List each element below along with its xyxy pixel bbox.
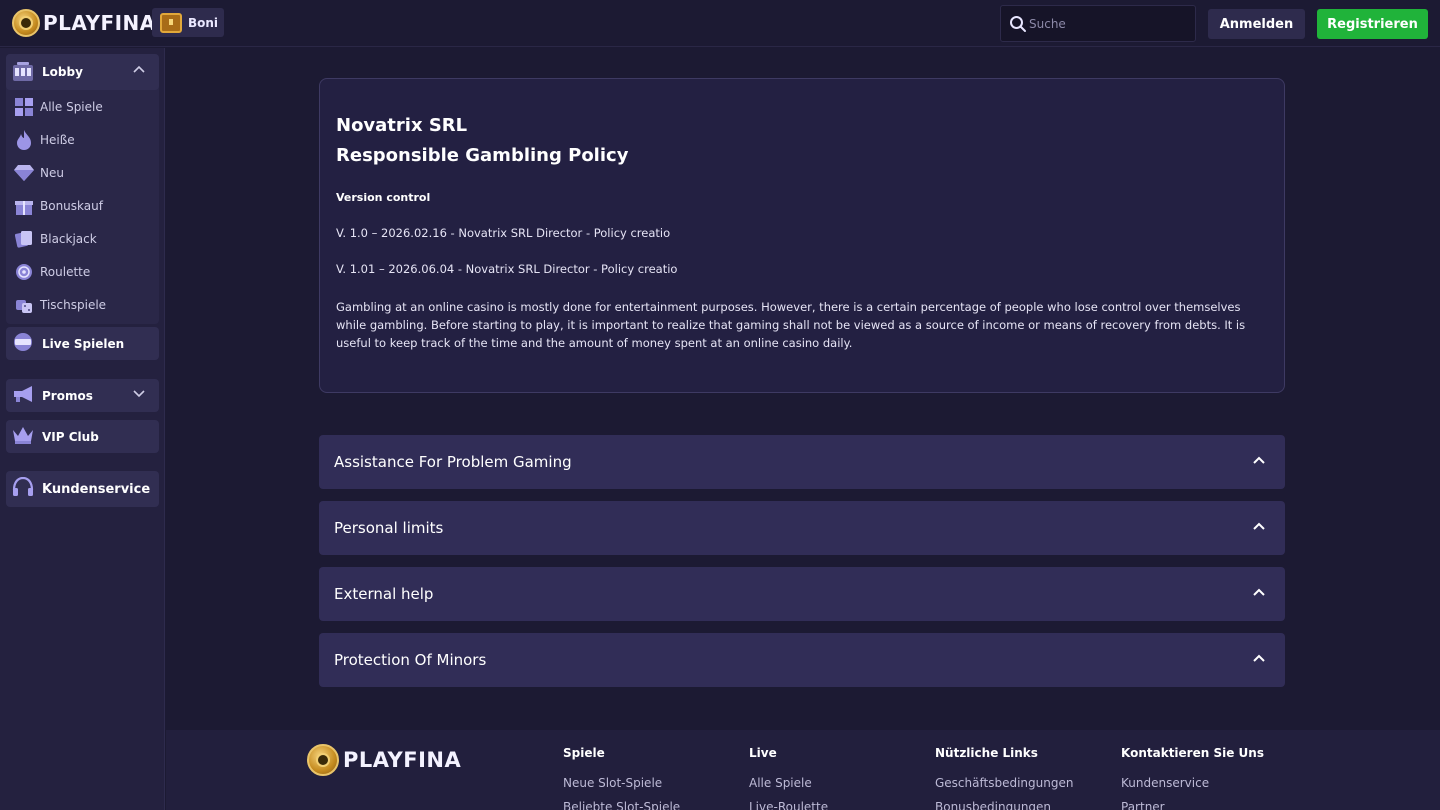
sidebar-item-blackjack[interactable]: Blackjack — [6, 222, 159, 255]
accordion-label: External help — [334, 585, 434, 603]
roulette-icon — [14, 262, 34, 282]
megaphone-icon — [12, 385, 34, 407]
footer-link[interactable]: Partner — [1121, 800, 1264, 810]
policy-title: Responsible Gambling Policy — [336, 145, 629, 166]
slot-machine-icon — [12, 61, 34, 83]
sidebar-item-kundenservice[interactable]: Kundenservice — [6, 471, 159, 507]
version-entry: V. 1.0 – 2026.02.16 - Novatrix SRL Direc… — [336, 226, 671, 240]
footer-link[interactable]: Alle Spiele — [749, 776, 828, 790]
register-button[interactable]: Registrieren — [1317, 9, 1428, 39]
sidebar-item-label: Blackjack — [40, 231, 97, 246]
accordion-assistance[interactable]: Assistance For Problem Gaming — [319, 435, 1285, 489]
search-box[interactable] — [1000, 5, 1196, 42]
footer-link[interactable]: Neue Slot-Spiele — [563, 776, 680, 790]
footer-brand-name: PLAYFINA — [343, 748, 462, 772]
cards-icon — [14, 229, 34, 249]
footer: PLAYFINA Spiele Neue Slot-Spiele Beliebt… — [166, 730, 1440, 810]
version-entry: V. 1.01 – 2026.06.04 - Novatrix SRL Dire… — [336, 262, 678, 276]
sidebar: Lobby Alle Spiele Heiße Neu Bonuskauf Bl… — [0, 48, 165, 810]
sidebar-item-label: Alle Spiele — [40, 99, 103, 114]
sidebar-item-label: Roulette — [40, 264, 91, 279]
treasure-chest-icon — [160, 12, 182, 33]
sidebar-item-label: Promos — [42, 388, 93, 403]
footer-column-live: Live Alle Spiele Live-Roulette — [749, 746, 828, 810]
top-header: PLAYFINA Boni Anmelden Registrieren — [0, 0, 1440, 47]
footer-column-heading: Live — [749, 746, 777, 760]
version-control-heading: Version control — [336, 191, 431, 204]
accordion-label: Protection Of Minors — [334, 651, 487, 669]
flame-icon — [14, 129, 34, 150]
footer-link[interactable]: Beliebte Slot-Spiele — [563, 800, 680, 810]
footer-brand-logo[interactable]: PLAYFINA — [307, 744, 461, 776]
sidebar-item-tischspiele[interactable]: Tischspiele — [6, 288, 159, 321]
diamond-icon — [14, 163, 34, 183]
sidebar-item-roulette[interactable]: Roulette — [6, 255, 159, 288]
sidebar-item-label: Neu — [40, 165, 64, 180]
login-button[interactable]: Anmelden — [1208, 9, 1305, 39]
sidebar-item-label: Heiße — [40, 132, 75, 147]
sidebar-item-alle-spiele[interactable]: Alle Spiele — [6, 90, 159, 123]
headset-icon — [12, 476, 34, 501]
logo-coin-icon — [12, 9, 40, 37]
bonus-button[interactable]: Boni — [152, 8, 224, 37]
sidebar-item-label: Live Spielen — [42, 336, 125, 351]
logo-coin-icon — [307, 744, 339, 776]
lobby-group: Lobby Alle Spiele Heiße Neu Bonuskauf Bl… — [6, 54, 159, 324]
live-icon — [12, 332, 34, 356]
lobby-header[interactable]: Lobby — [6, 54, 159, 90]
gift-icon — [14, 196, 34, 216]
sidebar-item-label: Tischspiele — [40, 297, 107, 312]
brand-logo[interactable]: PLAYFINA — [12, 9, 156, 37]
footer-column-useful-links: Nützliche Links Geschäftsbedingungen Bon… — [935, 746, 1073, 810]
sidebar-item-vip-club[interactable]: VIP Club — [6, 420, 159, 453]
sidebar-item-live-spielen[interactable]: Live Spielen — [6, 327, 159, 360]
sidebar-item-heisse[interactable]: Heiße — [6, 123, 159, 156]
sidebar-item-neu[interactable]: Neu — [6, 156, 159, 189]
footer-column-heading: Nützliche Links — [935, 746, 1038, 760]
policy-company-title: Novatrix SRL — [336, 115, 468, 136]
footer-link[interactable]: Bonusbedingungen — [935, 800, 1073, 810]
chevron-down-icon[interactable] — [133, 390, 145, 398]
accordion-label: Personal limits — [334, 519, 444, 537]
dice-icon — [14, 295, 34, 315]
footer-link[interactable]: Live-Roulette — [749, 800, 828, 810]
footer-link[interactable]: Kundenservice — [1121, 776, 1264, 790]
policy-card: Novatrix SRL Responsible Gambling Policy… — [319, 78, 1285, 393]
accordion-protection-of-minors[interactable]: Protection Of Minors — [319, 633, 1285, 687]
search-icon — [1010, 15, 1026, 32]
bonus-label: Boni — [188, 15, 219, 30]
footer-column-contact: Kontaktieren Sie Uns Kundenservice Partn… — [1121, 746, 1264, 810]
sidebar-item-bonuskauf[interactable]: Bonuskauf — [6, 189, 159, 222]
chevron-up-icon[interactable] — [1253, 522, 1265, 530]
search-input[interactable] — [1029, 16, 1179, 31]
policy-paragraph: Gambling at an online casino is mostly d… — [336, 300, 1246, 350]
grid-icon — [14, 97, 34, 117]
accordion-external-help[interactable]: External help — [319, 567, 1285, 621]
sidebar-item-label: VIP Club — [42, 429, 99, 444]
crown-icon — [12, 426, 34, 448]
chevron-up-icon[interactable] — [133, 65, 145, 73]
footer-column-spiele: Spiele Neue Slot-Spiele Beliebte Slot-Sp… — [563, 746, 680, 810]
accordion-personal-limits[interactable]: Personal limits — [319, 501, 1285, 555]
footer-column-heading: Kontaktieren Sie Uns — [1121, 746, 1264, 760]
sidebar-item-promos[interactable]: Promos — [6, 379, 159, 412]
accordion-label: Assistance For Problem Gaming — [334, 453, 572, 471]
lobby-label: Lobby — [42, 65, 83, 79]
footer-link[interactable]: Geschäftsbedingungen — [935, 776, 1073, 790]
chevron-up-icon[interactable] — [1253, 456, 1265, 464]
chevron-up-icon[interactable] — [1253, 588, 1265, 596]
chevron-up-icon[interactable] — [1253, 654, 1265, 662]
sidebar-item-label: Kundenservice — [42, 481, 151, 497]
sidebar-item-label: Bonuskauf — [40, 198, 103, 213]
brand-name: PLAYFINA — [43, 11, 156, 35]
footer-column-heading: Spiele — [563, 746, 605, 760]
